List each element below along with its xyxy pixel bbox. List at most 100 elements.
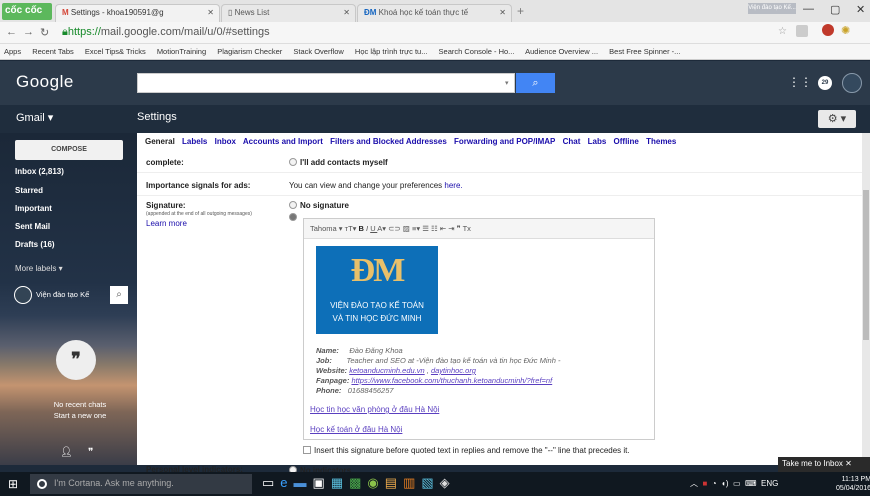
search-options-icon[interactable]: ▾ xyxy=(505,79,509,87)
bookmark-item[interactable]: Audience Overview ... xyxy=(525,47,598,56)
pinterest-icon[interactable] xyxy=(822,24,834,36)
font-select[interactable]: Tahoma xyxy=(310,224,337,233)
gmail-menu-button[interactable]: Gmail ▾ xyxy=(16,111,53,124)
tab-settings[interactable]: M Settings - khoa190591@g ✕ xyxy=(55,4,220,22)
coccoc-menu-button[interactable]: cốc cốc xyxy=(2,3,52,20)
close-window-button[interactable]: ✕ xyxy=(856,3,865,16)
radio[interactable] xyxy=(289,201,297,209)
sidebar-item-inbox[interactable]: Inbox (2,813) xyxy=(15,167,64,176)
windows-start-icon[interactable]: ⊞ xyxy=(8,477,18,491)
volume-icon[interactable]: ◖) xyxy=(721,479,729,488)
take-me-to-inbox-button[interactable]: Take me to Inbox ✕ xyxy=(778,457,870,472)
tab-forwarding[interactable]: Forwarding and POP/IMAP xyxy=(454,137,555,146)
language-indicator[interactable]: ENG xyxy=(761,479,778,488)
tab-news-list[interactable]: ▯ News List ✕ xyxy=(221,4,356,22)
insert-signature-option[interactable]: Insert this signature before quoted text… xyxy=(303,446,630,455)
back-icon[interactable]: ← xyxy=(6,26,17,38)
bold-icon[interactable]: B xyxy=(359,224,367,233)
cortana-search[interactable]: I'm Cortana. Ask me anything. xyxy=(30,474,252,494)
indent-more-icon[interactable]: ⇥ xyxy=(448,224,456,233)
sidebar-item-starred[interactable]: Starred xyxy=(15,186,43,195)
apps-grid-icon[interactable]: ⋮⋮ xyxy=(788,75,812,89)
bookmark-item[interactable]: Recent Tabs xyxy=(32,47,74,56)
notification-icon[interactable]: ▭ xyxy=(733,479,741,488)
settings-gear-button[interactable]: ⚙ ▾ xyxy=(818,110,856,128)
learn-more-link[interactable]: Learn more xyxy=(146,219,187,228)
fanpage-link[interactable]: https://www.facebook.com/thuchanh.ketoan… xyxy=(351,376,552,385)
notifications-icon[interactable]: 29 xyxy=(818,76,832,90)
more-labels-link[interactable]: More labels ▾ xyxy=(15,264,63,273)
avatar[interactable] xyxy=(842,73,862,93)
close-icon[interactable]: ✕ xyxy=(207,8,214,17)
download-icon[interactable] xyxy=(796,25,808,37)
align-icon[interactable]: ≡▾ xyxy=(412,224,422,233)
star-icon[interactable]: ☆ xyxy=(778,26,787,37)
url-field[interactable]: 🔒︎https://mail.google.com/mail/u/0/#sett… xyxy=(62,26,270,39)
compose-button[interactable]: COMPOSE xyxy=(15,140,123,160)
bookmark-item[interactable]: Plagiarism Checker xyxy=(217,47,282,56)
website-link[interactable]: daytinhoc.org xyxy=(431,366,476,375)
clear-format-icon[interactable]: Tx xyxy=(463,224,471,233)
search-input[interactable] xyxy=(137,73,515,93)
close-icon[interactable]: ✕ xyxy=(343,8,350,17)
tab-filters[interactable]: Filters and Blocked Addresses xyxy=(330,137,447,146)
excel-icon[interactable]: ▩ xyxy=(349,475,367,490)
bookmark-item[interactable]: Best Free Spinner -... xyxy=(609,47,680,56)
numbered-list-icon[interactable]: ☰ xyxy=(422,224,431,233)
google-logo[interactable]: Google xyxy=(16,72,74,92)
reload-icon[interactable]: ↻ xyxy=(40,26,49,39)
minimize-button[interactable]: — xyxy=(803,3,814,15)
sidebar-item-sent[interactable]: Sent Mail xyxy=(15,222,50,231)
link-icon[interactable]: ⊂⊃ xyxy=(388,224,403,233)
tab-themes[interactable]: Themes xyxy=(646,137,676,146)
image-icon[interactable]: ▨ xyxy=(403,224,412,233)
bookmark-item[interactable]: Search Console - Ho... xyxy=(439,47,515,56)
bookmark-item[interactable]: Học lập trình trực tu... xyxy=(355,47,428,56)
sig-link-tin-hoc[interactable]: Học tin học văn phòng ở đâu Hà Nội xyxy=(310,405,439,414)
tab-khoa-hoc[interactable]: ĐM Khoá học kế toán thực tế ✕ xyxy=(357,4,512,22)
search-icon[interactable]: ⌕ xyxy=(110,286,128,304)
no-signature-option[interactable]: No signature xyxy=(289,201,349,210)
app-icon[interactable]: ▦ xyxy=(331,475,349,490)
start-new-link[interactable]: Start a new one xyxy=(40,410,120,421)
indent-less-icon[interactable]: ⇤ xyxy=(440,224,448,233)
bookmark-apps[interactable]: Apps xyxy=(4,47,21,56)
tab-labels[interactable]: Labels xyxy=(182,137,207,146)
maximize-button[interactable]: ▢ xyxy=(830,3,840,16)
tab-inbox[interactable]: Inbox xyxy=(215,137,236,146)
tab-chat[interactable]: Chat xyxy=(563,137,581,146)
network-icon[interactable]: ◔ xyxy=(712,479,717,488)
close-icon[interactable]: ✕ xyxy=(499,8,506,17)
radio[interactable] xyxy=(289,158,297,166)
sidebar-item-drafts[interactable]: Drafts (16) xyxy=(15,240,55,249)
font-size-icon[interactable]: тT▾ xyxy=(345,224,359,233)
tab-offline[interactable]: Offline xyxy=(614,137,639,146)
scrollbar-thumb[interactable] xyxy=(863,190,869,340)
new-tab-button[interactable]: + xyxy=(517,4,524,18)
tab-accounts[interactable]: Accounts and Import xyxy=(243,137,323,146)
importance-link[interactable]: here. xyxy=(444,181,462,190)
app-icon[interactable]: ◈ xyxy=(440,475,456,490)
chevron-up-icon[interactable]: ︿ xyxy=(690,479,698,488)
hangouts-small-icon[interactable]: ❞ xyxy=(88,447,93,458)
store-icon[interactable]: ▣ xyxy=(313,475,331,490)
bulleted-list-icon[interactable]: ☷ xyxy=(431,224,440,233)
file-explorer-icon[interactable]: ▬ xyxy=(294,475,313,490)
edge-icon[interactable]: e xyxy=(280,475,293,490)
bookmark-item[interactable]: MotionTraining xyxy=(157,47,206,56)
app-icon[interactable]: ▥ xyxy=(403,475,421,490)
search-button[interactable]: ⌕ xyxy=(516,73,555,93)
forward-icon[interactable]: → xyxy=(23,26,34,38)
coccoc-icon[interactable]: ◉ xyxy=(367,475,384,490)
tab-general[interactable]: General xyxy=(145,137,175,146)
task-view-icon[interactable]: ▭ xyxy=(262,475,280,490)
add-contacts-option[interactable]: I'll add contacts myself xyxy=(289,158,388,167)
clock[interactable]: 11:13 PM 05/04/2016 xyxy=(836,475,870,493)
website-link[interactable]: ketoanducminh.edu.vn xyxy=(349,366,424,375)
text-color-icon[interactable]: A▾ xyxy=(377,224,388,233)
profile-badge[interactable]: Viện đào tạo Kế... xyxy=(748,3,796,14)
app-icon[interactable]: ▤ xyxy=(385,475,403,490)
bookmark-item[interactable]: Stack Overflow xyxy=(293,47,343,56)
sidebar-item-important[interactable]: Important xyxy=(15,204,52,213)
bookmark-item[interactable]: Excel Tips& Tricks xyxy=(85,47,146,56)
